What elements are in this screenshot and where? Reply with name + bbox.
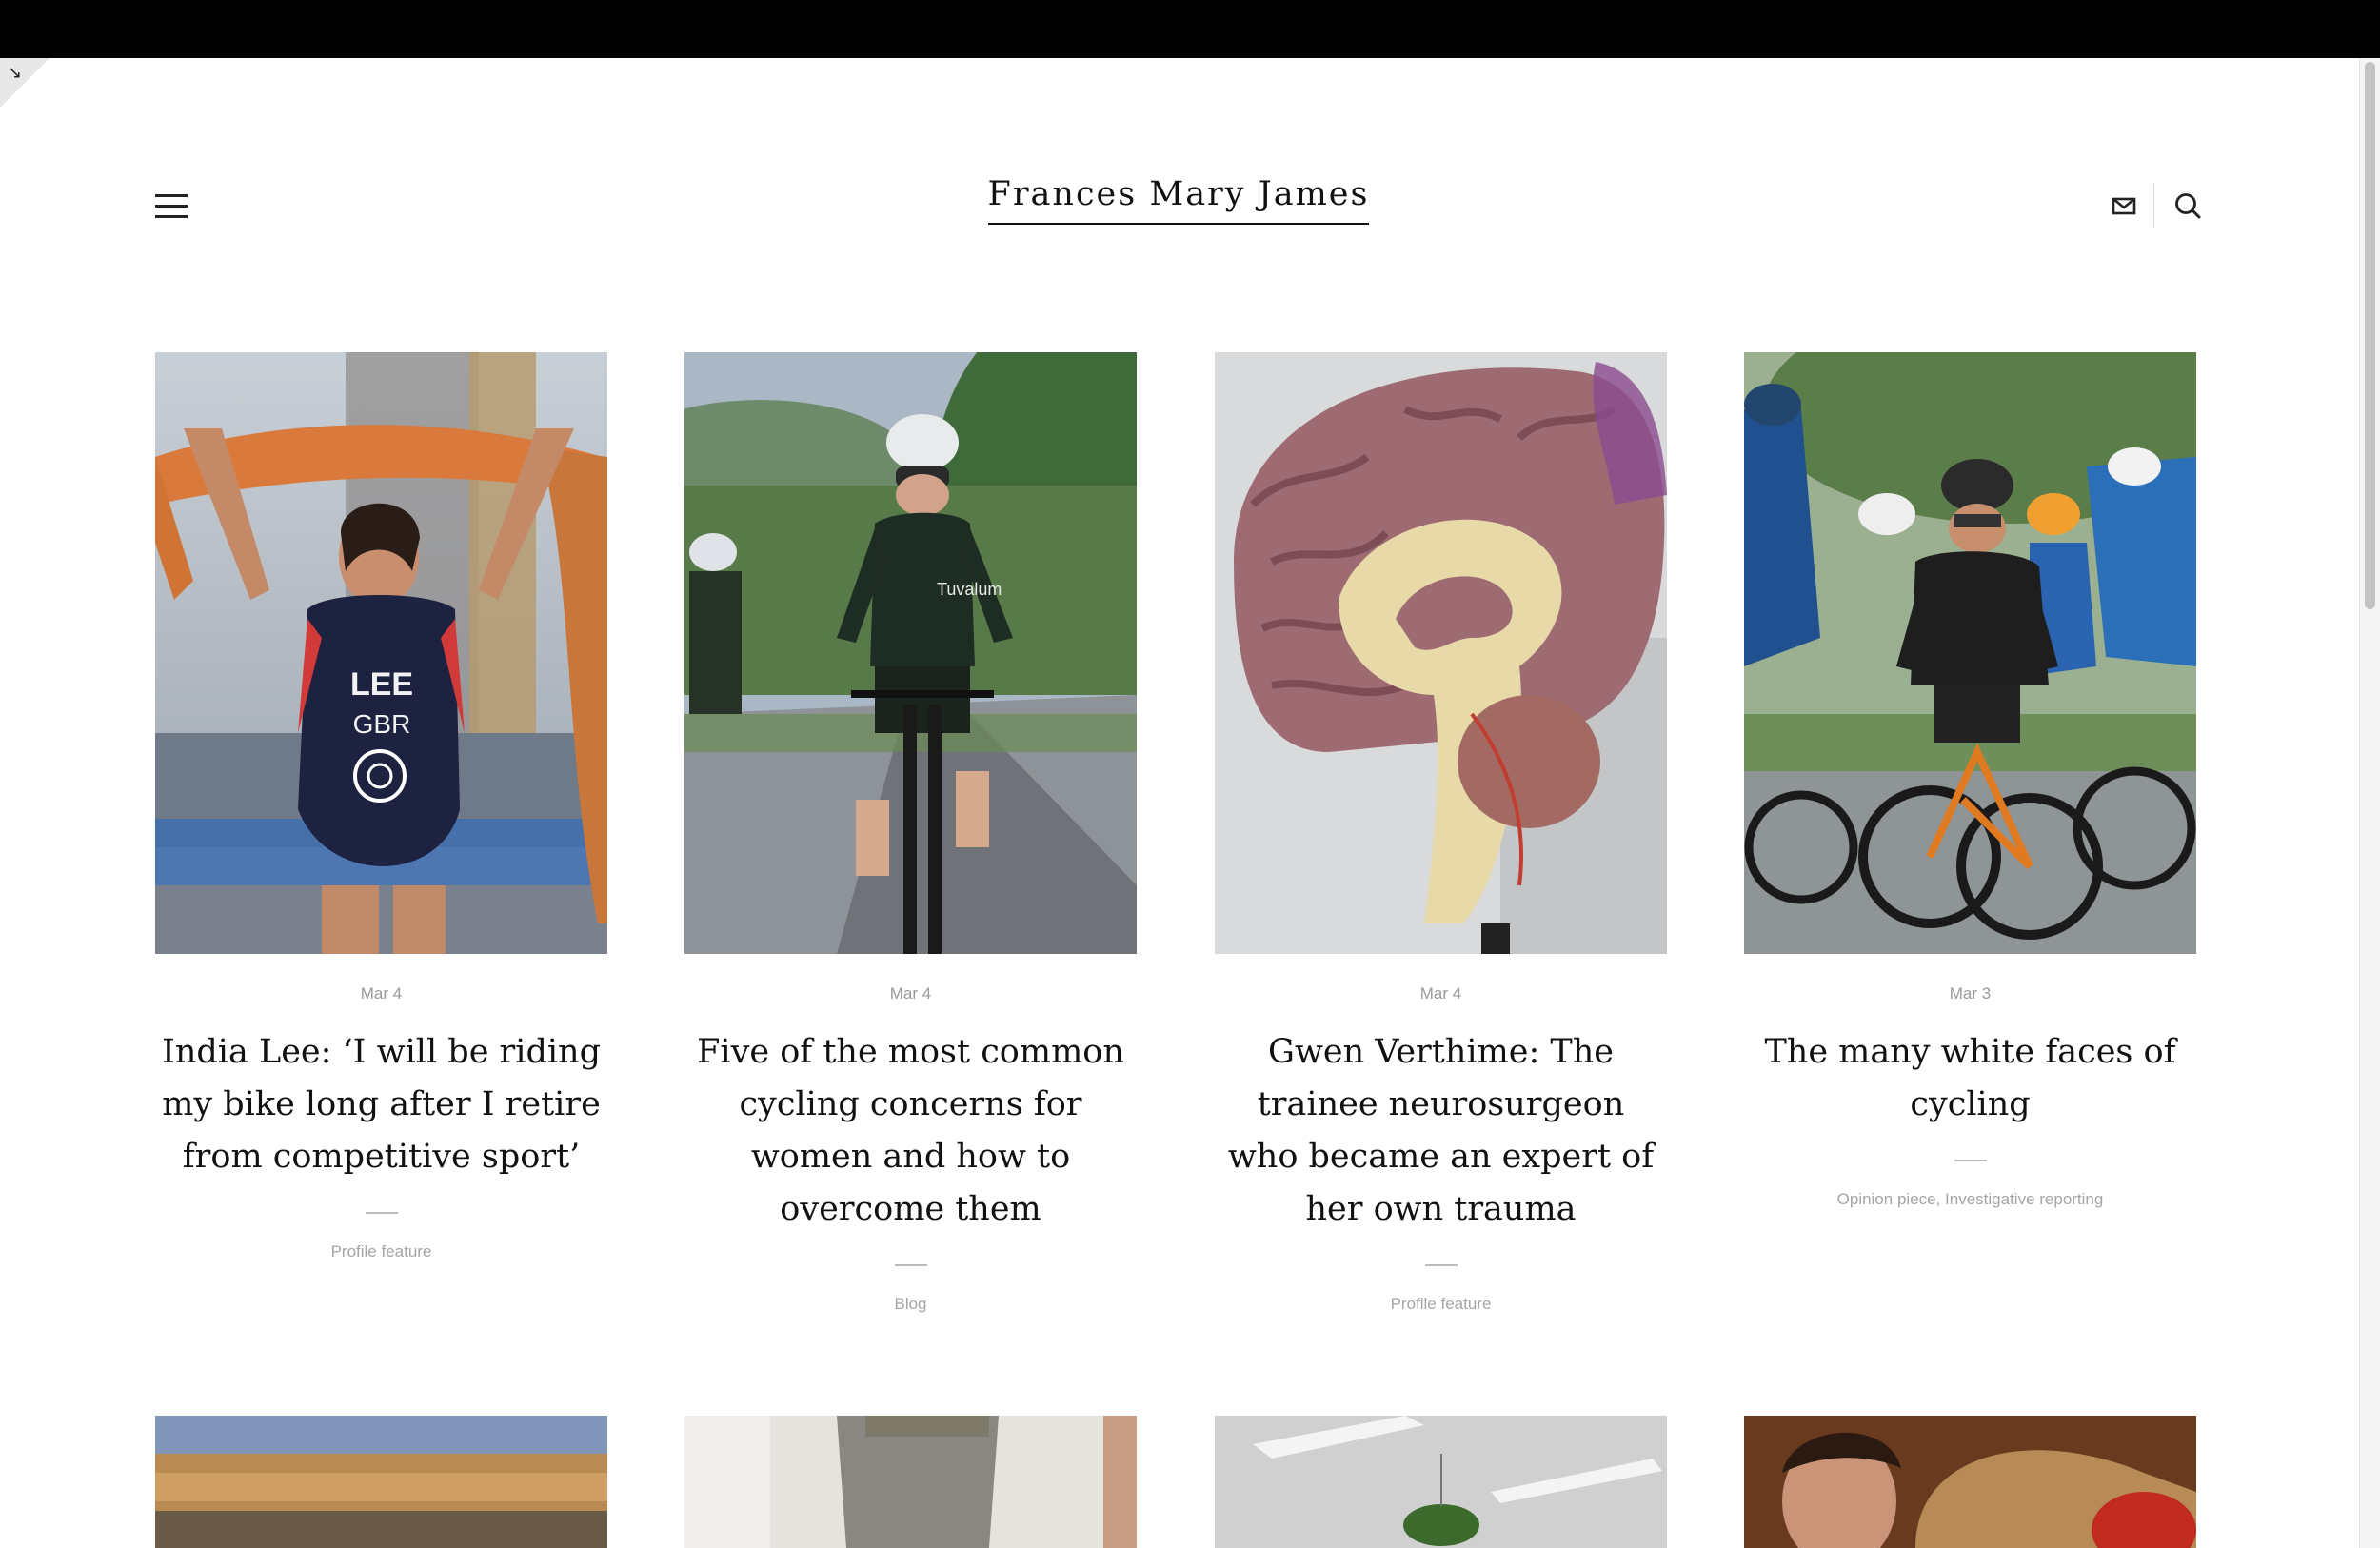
scrollbar-thumb[interactable] [2365, 62, 2375, 609]
brain-model-photo[interactable] [1215, 352, 1667, 954]
vertical-scrollbar[interactable] [2359, 58, 2380, 1548]
post-title[interactable]: India Lee: ‘I will be riding my bike lon… [155, 1026, 607, 1183]
post-card[interactable]: LEE GBR Mar 4 India Lee: ‘I will be ridi… [155, 352, 607, 1261]
post-card[interactable]: Mar 4 Gwen Verthime: The trainee neurosu… [1215, 352, 1667, 1314]
post-title[interactable]: The many white faces of cycling [1744, 1026, 2196, 1131]
post-thumbnail-portrait-photo[interactable] [1744, 1416, 2196, 1548]
svg-text:Tuvalum: Tuvalum [937, 580, 1002, 599]
post-thumbnail-fitness-photo[interactable] [684, 1416, 1137, 1548]
svg-text:GBR: GBR [353, 709, 411, 739]
title-divider [365, 1212, 398, 1214]
road-race-peloton-photo[interactable] [1744, 352, 2196, 954]
post-date: Mar 4 [1419, 984, 1462, 1002]
post-category[interactable]: Opinion piece, Investigative reporting [1744, 1190, 2196, 1209]
post-title[interactable]: Five of the most common cycling concerns… [684, 1026, 1137, 1236]
envelope-icon[interactable] [2107, 189, 2141, 223]
post-title[interactable]: Gwen Verthime: The trainee neurosurgeon … [1215, 1026, 1667, 1236]
post-date: Mar 3 [1949, 984, 1992, 1002]
post-category[interactable]: Profile feature [155, 1242, 607, 1261]
woman-cyclist-photo[interactable]: Tuvalum [684, 352, 1137, 954]
post-thumbnail-street-photo[interactable] [155, 1416, 607, 1548]
post-thumbnail-office-photo[interactable] [1215, 1416, 1667, 1548]
post-card[interactable]: Tuvalum Mar 4 Five of the most common cy… [684, 352, 1137, 1314]
resize-arrow-icon[interactable]: ↘ [8, 63, 22, 83]
post-category[interactable]: Profile feature [1215, 1295, 1667, 1314]
title-divider [1954, 1160, 1987, 1161]
post-date: Mar 4 [889, 984, 932, 1002]
svg-text:LEE: LEE [350, 666, 413, 703]
browser-top-bar [0, 0, 2380, 58]
post-category[interactable]: Blog [684, 1295, 1137, 1314]
site-title-link[interactable]: Frances Mary James [987, 175, 1370, 225]
header-icon-divider [2153, 183, 2154, 228]
post-card[interactable]: Mar 3 The many white faces of cycling Op… [1744, 352, 2196, 1209]
triathlete-finish-line-photo[interactable]: LEE GBR [155, 352, 607, 954]
search-icon[interactable] [2171, 189, 2205, 223]
title-divider [1424, 1264, 1458, 1266]
title-divider [894, 1264, 927, 1266]
post-date: Mar 4 [360, 984, 403, 1002]
site-header: Frances Mary James [0, 175, 2357, 225]
